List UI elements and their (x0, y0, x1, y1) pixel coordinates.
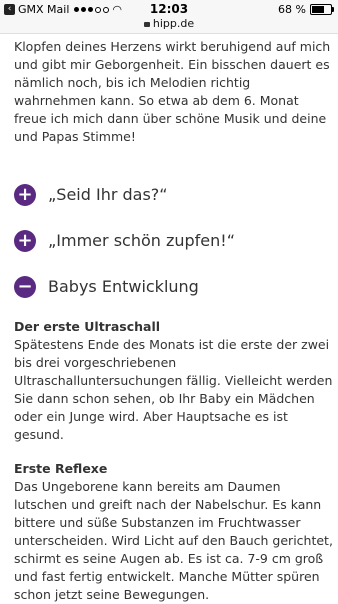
section-title: Der erste Ultraschall (14, 319, 161, 334)
accordion-label[interactable]: „Immer schön zupfen!“ (48, 232, 235, 250)
accordion-item-babys-entwicklung[interactable]: − Babys Entwicklung (14, 264, 334, 310)
intro-paragraph: Klopfen deines Herzens wirkt beruhigend … (14, 39, 331, 144)
section-title: Erste Reflexe (14, 461, 108, 476)
section-ultraschall: Der erste Ultraschall Spätestens Ende de… (14, 318, 334, 444)
url-label: hipp.de (152, 17, 195, 30)
accordion: + „Seid Ihr das?“ + „Immer schön zupfen!… (14, 172, 334, 310)
status-bar: ‹ GMX Mail ◠ 12:03 hipp.de 68 % (0, 0, 338, 34)
section-text: Das Ungeborene kann bereits am Daumen lu… (14, 479, 333, 602)
accordion-item-seid-ihr-das[interactable]: + „Seid Ihr das?“ (14, 172, 334, 218)
status-right: 68 % (278, 3, 334, 16)
accordion-item-immer-schoen-zupfen[interactable]: + „Immer schön zupfen!“ (14, 218, 334, 264)
accordion-label[interactable]: „Seid Ihr das?“ (48, 186, 168, 204)
section-text: Spätestens Ende des Monats ist die erste… (14, 337, 333, 442)
battery-fill (312, 6, 324, 13)
lock-icon (143, 22, 150, 27)
section-reflexe: Erste Reflexe Das Ungeborene kann bereit… (14, 460, 334, 604)
minus-icon[interactable]: − (14, 276, 36, 298)
plus-icon[interactable]: + (14, 230, 36, 252)
battery-percent: 68 % (278, 3, 306, 16)
plus-icon[interactable]: + (14, 184, 36, 206)
battery-icon (310, 4, 334, 15)
accordion-label[interactable]: Babys Entwicklung (48, 278, 199, 296)
article-content: Klopfen deines Herzens wirkt beruhigend … (14, 38, 334, 604)
address-bar[interactable]: hipp.de (0, 17, 338, 30)
